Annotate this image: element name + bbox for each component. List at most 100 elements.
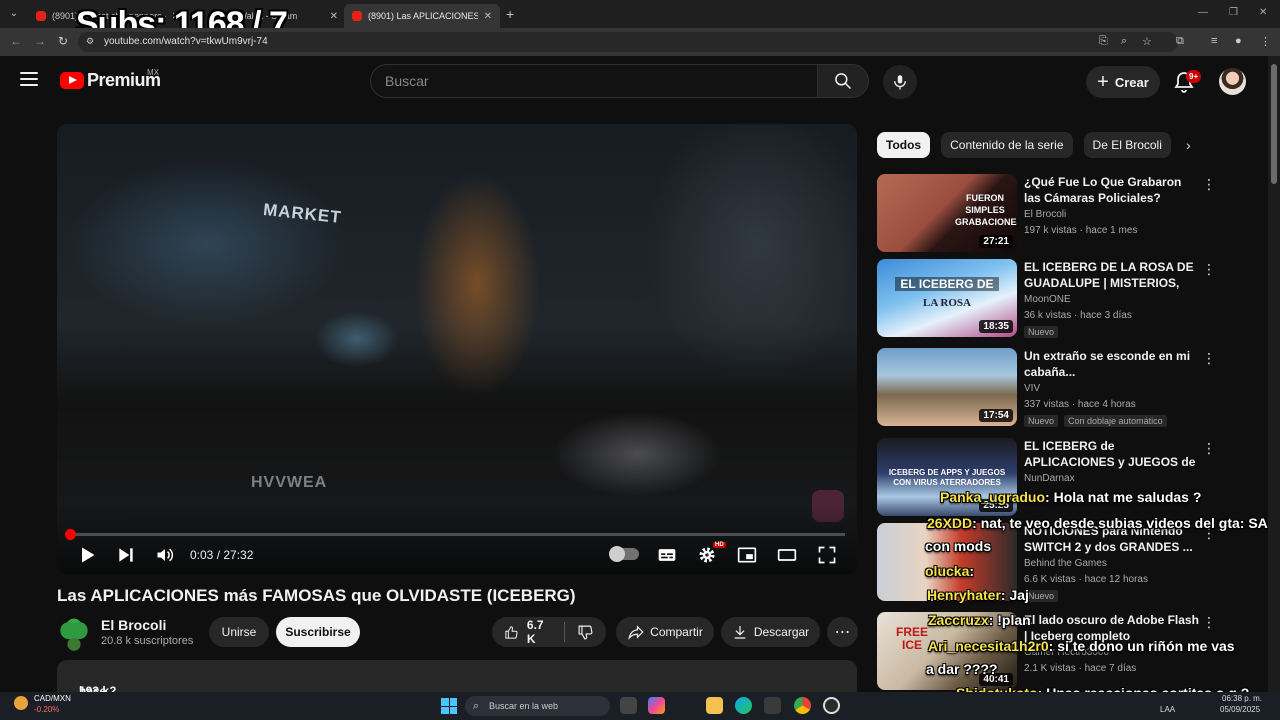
chevron-right-icon[interactable]: › bbox=[1186, 137, 1191, 153]
zoom-icon[interactable]: ⌕ bbox=[1121, 35, 1127, 48]
video-channel[interactable]: MoonONE bbox=[1024, 294, 1071, 305]
video-meta: 2.1 K vistas · hace 7 días bbox=[1024, 663, 1137, 674]
progress-bar[interactable] bbox=[65, 529, 845, 540]
browser-tab-active[interactable]: (8901) Las APLICACIONES más ✕ bbox=[344, 4, 500, 28]
voice-search-button[interactable] bbox=[883, 65, 917, 99]
recommended-video[interactable]: FUERON SIMPLES GRABACIONES 27:21 ¿Qué Fu… bbox=[877, 174, 1237, 254]
create-button[interactable]: + Crear bbox=[1086, 66, 1160, 98]
taskbar-search[interactable]: Buscar en la web bbox=[465, 696, 610, 716]
chip-todos[interactable]: Todos bbox=[877, 132, 931, 158]
scrollbar-thumb[interactable] bbox=[1271, 64, 1277, 184]
chrome-icon[interactable] bbox=[794, 697, 811, 714]
search-box[interactable] bbox=[370, 64, 818, 98]
miniplayer-icon[interactable] bbox=[737, 545, 757, 565]
recommended-video[interactable]: EL ICEBERG DE LA ROSA 18:35 EL ICEBERG D… bbox=[877, 259, 1237, 339]
subtitles-icon[interactable] bbox=[657, 545, 677, 565]
video-title[interactable]: EL ICEBERG DE LA ROSA DE GUADALUPE | MIS… bbox=[1024, 259, 1199, 291]
taskbar-date[interactable]: 05/09/2025 bbox=[1220, 705, 1260, 714]
chat-message: con mods bbox=[925, 538, 992, 554]
share-button[interactable]: Compartir bbox=[616, 617, 714, 647]
video-title[interactable]: ¿Qué Fue Lo Que Grabaron las Cámaras Pol… bbox=[1024, 174, 1199, 206]
url-text: youtube.com/watch?v=tkwUm9vrj-74 bbox=[104, 36, 268, 47]
video-title[interactable]: EL ICEBERG de APLICACIONES y JUEGOS de C… bbox=[1024, 438, 1199, 470]
video-channel[interactable]: NunDarnax bbox=[1024, 473, 1075, 484]
more-options-icon[interactable]: ⋮ bbox=[1202, 176, 1216, 193]
chip-channel[interactable]: De El Brocoli bbox=[1083, 132, 1171, 158]
back-icon[interactable]: ← bbox=[10, 34, 22, 48]
theater-mode-icon[interactable] bbox=[777, 545, 797, 565]
forward-icon[interactable]: → bbox=[34, 34, 46, 48]
window-close-icon[interactable]: ✕ bbox=[1259, 7, 1267, 18]
video-thumbnail[interactable]: FUERON SIMPLES GRABACIONES 27:21 bbox=[877, 174, 1017, 252]
video-channel[interactable]: VIV bbox=[1024, 383, 1040, 394]
search-button[interactable] bbox=[817, 64, 869, 98]
play-icon[interactable] bbox=[77, 545, 97, 565]
file-explorer-icon[interactable] bbox=[706, 697, 723, 714]
video-duration: 17:54 bbox=[979, 409, 1013, 422]
windows-start-icon[interactable] bbox=[441, 698, 457, 714]
weather-widget-icon[interactable] bbox=[14, 696, 28, 710]
autoplay-toggle[interactable] bbox=[609, 546, 639, 562]
taskbar-time[interactable]: 06:38 p. m. bbox=[1222, 694, 1262, 703]
youtube-logo-icon[interactable] bbox=[60, 72, 84, 89]
install-app-icon[interactable]: ⎘ bbox=[1099, 35, 1108, 48]
site-info-icon[interactable]: ⚙ bbox=[86, 36, 94, 47]
join-button[interactable]: Unirse bbox=[209, 617, 269, 647]
more-options-icon[interactable]: ⋮ bbox=[1202, 440, 1216, 457]
channel-name[interactable]: El Brocoli bbox=[101, 617, 166, 633]
settings-gear-icon[interactable] bbox=[697, 545, 717, 565]
new-tab-icon[interactable]: + bbox=[506, 6, 514, 22]
download-icon bbox=[734, 626, 746, 639]
subscribe-button[interactable]: Suscribirse bbox=[276, 617, 360, 647]
xbox-icon[interactable] bbox=[764, 697, 781, 714]
close-icon[interactable]: ✕ bbox=[484, 11, 492, 22]
video-meta: 337 vistas · hace 4 horas bbox=[1024, 399, 1136, 410]
new-badge: Nuevo bbox=[1024, 326, 1059, 338]
recommended-video[interactable]: ICEBERG DE APPS Y JUEGOS CON VIRUS ATERR… bbox=[877, 438, 1237, 518]
more-options-icon[interactable]: ⋮ bbox=[1202, 614, 1216, 631]
video-thumbnail[interactable]: 17:54 bbox=[877, 348, 1017, 426]
stock-ticker[interactable]: CAD/MXN bbox=[34, 694, 71, 703]
thumbs-down-icon bbox=[578, 625, 593, 639]
like-button[interactable]: 6.7 K bbox=[492, 617, 564, 647]
minimize-icon[interactable]: — bbox=[1198, 7, 1208, 18]
video-thumbnail[interactable]: EL ICEBERG DE LA ROSA 18:35 bbox=[877, 259, 1017, 337]
more-actions-icon[interactable]: ⋯ bbox=[827, 617, 858, 647]
close-icon[interactable]: ✕ bbox=[330, 11, 338, 22]
chip-series[interactable]: Contenido de la serie bbox=[941, 132, 1073, 158]
extensions-icon[interactable]: ⧉ bbox=[1176, 35, 1184, 48]
video-player[interactable]: MARKET HVVWEA 0:03 / 27:32 HD bbox=[57, 124, 857, 574]
share-icon bbox=[628, 625, 644, 641]
tab-search-icon[interactable]: ⌄ bbox=[6, 6, 22, 22]
more-options-icon[interactable]: ⋮ bbox=[1202, 350, 1216, 367]
recommended-video[interactable]: 17:54 Un extraño se esconde en mi cabaña… bbox=[877, 348, 1237, 428]
video-title[interactable]: Un extraño se esconde en mi cabaña... bbox=[1024, 348, 1199, 380]
dislike-button[interactable] bbox=[565, 617, 606, 647]
obs-icon[interactable] bbox=[823, 697, 840, 714]
reload-icon[interactable]: ↻ bbox=[58, 34, 68, 48]
hamburger-menu-icon[interactable] bbox=[20, 72, 38, 86]
account-avatar[interactable] bbox=[1219, 68, 1246, 95]
like-count: 6.7 K bbox=[526, 618, 544, 646]
more-options-icon[interactable]: ⋮ bbox=[1202, 261, 1216, 278]
page-scrollbar[interactable] bbox=[1268, 56, 1280, 692]
video-title: Las APLICACIONES más FAMOSAS que OLVIDAS… bbox=[57, 586, 576, 605]
volume-icon[interactable] bbox=[155, 545, 175, 565]
fullscreen-icon[interactable] bbox=[817, 545, 837, 565]
copilot-icon[interactable] bbox=[648, 697, 665, 714]
profile-icon[interactable]: ● bbox=[1235, 35, 1242, 47]
search-input[interactable] bbox=[371, 65, 817, 97]
channel-avatar[interactable] bbox=[57, 617, 91, 651]
edge-icon[interactable] bbox=[735, 697, 752, 714]
video-channel[interactable]: Behind the Games bbox=[1024, 558, 1107, 569]
video-channel[interactable]: El Brocoli bbox=[1024, 209, 1066, 220]
menu-dots-icon[interactable]: ⋮ bbox=[1260, 35, 1271, 48]
task-view-icon[interactable] bbox=[620, 697, 637, 714]
omnibox[interactable]: ⚙ youtube.com/watch?v=tkwUm9vrj-74 bbox=[78, 32, 1178, 52]
input-language[interactable]: LAA bbox=[1160, 705, 1175, 714]
download-button[interactable]: Descargar bbox=[721, 617, 820, 647]
restore-icon[interactable]: ❐ bbox=[1229, 7, 1238, 18]
bookmark-star-icon[interactable]: ☆ bbox=[1142, 35, 1152, 48]
reading-list-icon[interactable]: ≡ bbox=[1211, 35, 1217, 47]
next-icon[interactable] bbox=[116, 545, 136, 565]
